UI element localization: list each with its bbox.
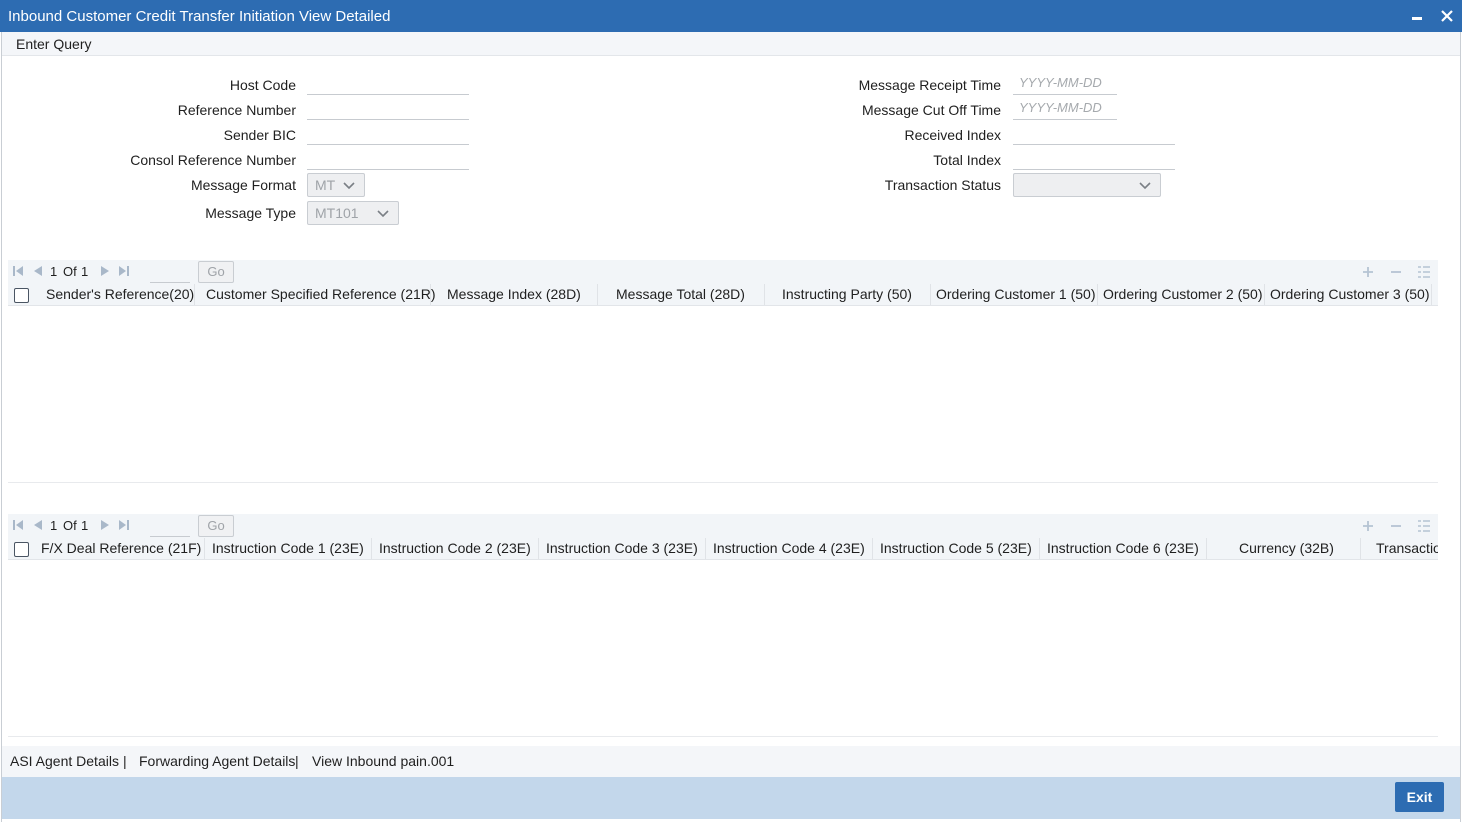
delete-row-icon[interactable] [1389,265,1403,279]
chevron-down-icon [377,210,389,218]
message-format-select[interactable]: MT [307,173,365,197]
grid2-col-instruction-code-6[interactable]: Instruction Code 6 (23E) [1047,540,1199,556]
grid1-col-message-index[interactable]: Message Index (28D) [447,286,581,302]
message-type-select[interactable]: MT101 [307,201,399,225]
consol-reference-number-label: Consol Reference Number [130,152,296,168]
host-code-label: Host Code [229,77,296,93]
last-page-icon[interactable] [118,519,130,531]
grid2-header: F/X Deal Reference (21F) Instruction Cod… [8,538,1438,560]
grid1-col-ordering-customer-2[interactable]: Ordering Customer 2 (50) [1103,286,1263,302]
message-receipt-time-label: Message Receipt Time [858,77,1001,93]
transaction-status-label: Transaction Status [884,177,1001,193]
received-index-input[interactable] [1013,121,1175,145]
grid1-body [8,306,1438,483]
forwarding-agent-details-link[interactable]: Forwarding Agent Details [139,753,295,769]
grid2-select-all-checkbox[interactable] [14,542,29,557]
message-type-value: MT101 [315,205,359,221]
footer-separator: | [295,753,299,769]
grid2-col-instruction-code-5[interactable]: Instruction Code 5 (23E) [880,540,1032,556]
previous-page-icon[interactable] [32,519,44,531]
exit-button[interactable]: Exit [1395,782,1444,812]
message-receipt-time-input[interactable] [1013,71,1117,95]
message-cut-off-time-label: Message Cut Off Time [861,102,1001,118]
grid1-select-all-checkbox[interactable] [14,288,29,303]
grid1-current-page: 1 [50,264,58,279]
grid2-col-instruction-code-1[interactable]: Instruction Code 1 (23E) [212,540,364,556]
previous-page-icon[interactable] [32,265,44,277]
asi-agent-details-link[interactable]: ASI Agent Details [10,753,119,769]
total-index-input[interactable] [1013,146,1175,170]
received-index-label: Received Index [904,127,1001,143]
grid2-col-instruction-code-3[interactable]: Instruction Code 3 (23E) [546,540,698,556]
menu-bar: Enter Query [2,32,1460,56]
grid1-go-button[interactable]: Go [198,261,234,283]
close-button[interactable] [1437,6,1457,26]
grid2-total-pages: 1 [81,518,89,533]
reference-number-label: Reference Number [177,102,296,118]
list-view-icon[interactable] [1417,519,1431,533]
grid2-go-button[interactable]: Go [198,515,234,537]
host-code-input[interactable] [307,71,469,95]
grid1-of-label: Of [63,264,77,279]
grid1-toolbar: 1 Of 1 Go [8,260,1438,284]
grid2-col-currency[interactable]: Currency (32B) [1239,540,1334,556]
message-cut-off-time-input[interactable] [1013,96,1117,120]
grid2-col-instruction-code-2[interactable]: Instruction Code 2 (23E) [379,540,531,556]
add-row-icon[interactable] [1361,519,1375,533]
grid2-col-instruction-code-4[interactable]: Instruction Code 4 (23E) [713,540,865,556]
window-title: Inbound Customer Credit Transfer Initiat… [8,8,391,25]
grid1-col-message-total[interactable]: Message Total (28D) [616,286,745,302]
footer-links-bar: ASI Agent Details | Forwarding Agent Det… [2,746,1460,777]
grid1-header: Sender's Reference(20) Customer Specifie… [8,284,1438,306]
grid2-page-input[interactable] [150,515,190,537]
add-row-icon[interactable] [1361,265,1375,279]
view-inbound-pain-link[interactable]: View Inbound pain.001 [312,753,454,769]
grid1-page-input[interactable] [150,261,190,283]
message-format-label: Message Format [190,177,296,193]
message-format-value: MT [315,177,336,193]
close-icon [1441,10,1453,22]
footer-action-bar: Exit [2,777,1460,819]
consol-reference-number-input[interactable] [307,146,469,170]
grid1-col-ordering-customer-3[interactable]: Ordering Customer 3 (50) [1270,286,1430,302]
grid1-col-ordering-customer-1[interactable]: Ordering Customer 1 (50) [936,286,1096,302]
last-page-icon[interactable] [118,265,130,277]
sender-bic-input[interactable] [307,121,469,145]
message-type-label: Message Type [205,205,296,221]
grid2-toolbar: 1 Of 1 Go [8,514,1438,538]
grid2-col-fx-deal-reference[interactable]: F/X Deal Reference (21F) [41,540,201,556]
chevron-down-icon [1139,182,1151,190]
first-page-icon[interactable] [12,519,24,531]
window-title-bar: Inbound Customer Credit Transfer Initiat… [0,0,1462,32]
delete-row-icon[interactable] [1389,519,1403,533]
list-view-icon[interactable] [1417,265,1431,279]
grid2-body [8,560,1438,737]
minimize-button[interactable] [1407,6,1427,26]
minimize-icon [1412,16,1422,20]
grid2-current-page: 1 [50,518,58,533]
grid2-col-transaction[interactable]: Transaction [1376,540,1438,556]
total-index-label: Total Index [933,152,1001,168]
grid1-col-customer-specified-reference[interactable]: Customer Specified Reference (21R) [206,286,436,302]
grid1-col-senders-reference[interactable]: Sender's Reference(20) [46,286,194,302]
footer-separator: | [123,753,127,769]
first-page-icon[interactable] [12,265,24,277]
sender-bic-label: Sender BIC [223,127,296,143]
enter-query-menu[interactable]: Enter Query [16,36,91,52]
transaction-status-select[interactable] [1013,173,1161,197]
reference-number-input[interactable] [307,96,469,120]
next-page-icon[interactable] [99,265,111,277]
grid1-total-pages: 1 [81,264,89,279]
grid1-col-instructing-party[interactable]: Instructing Party (50) [782,286,912,302]
chevron-down-icon [343,182,355,190]
grid2-of-label: Of [63,518,77,533]
next-page-icon[interactable] [99,519,111,531]
